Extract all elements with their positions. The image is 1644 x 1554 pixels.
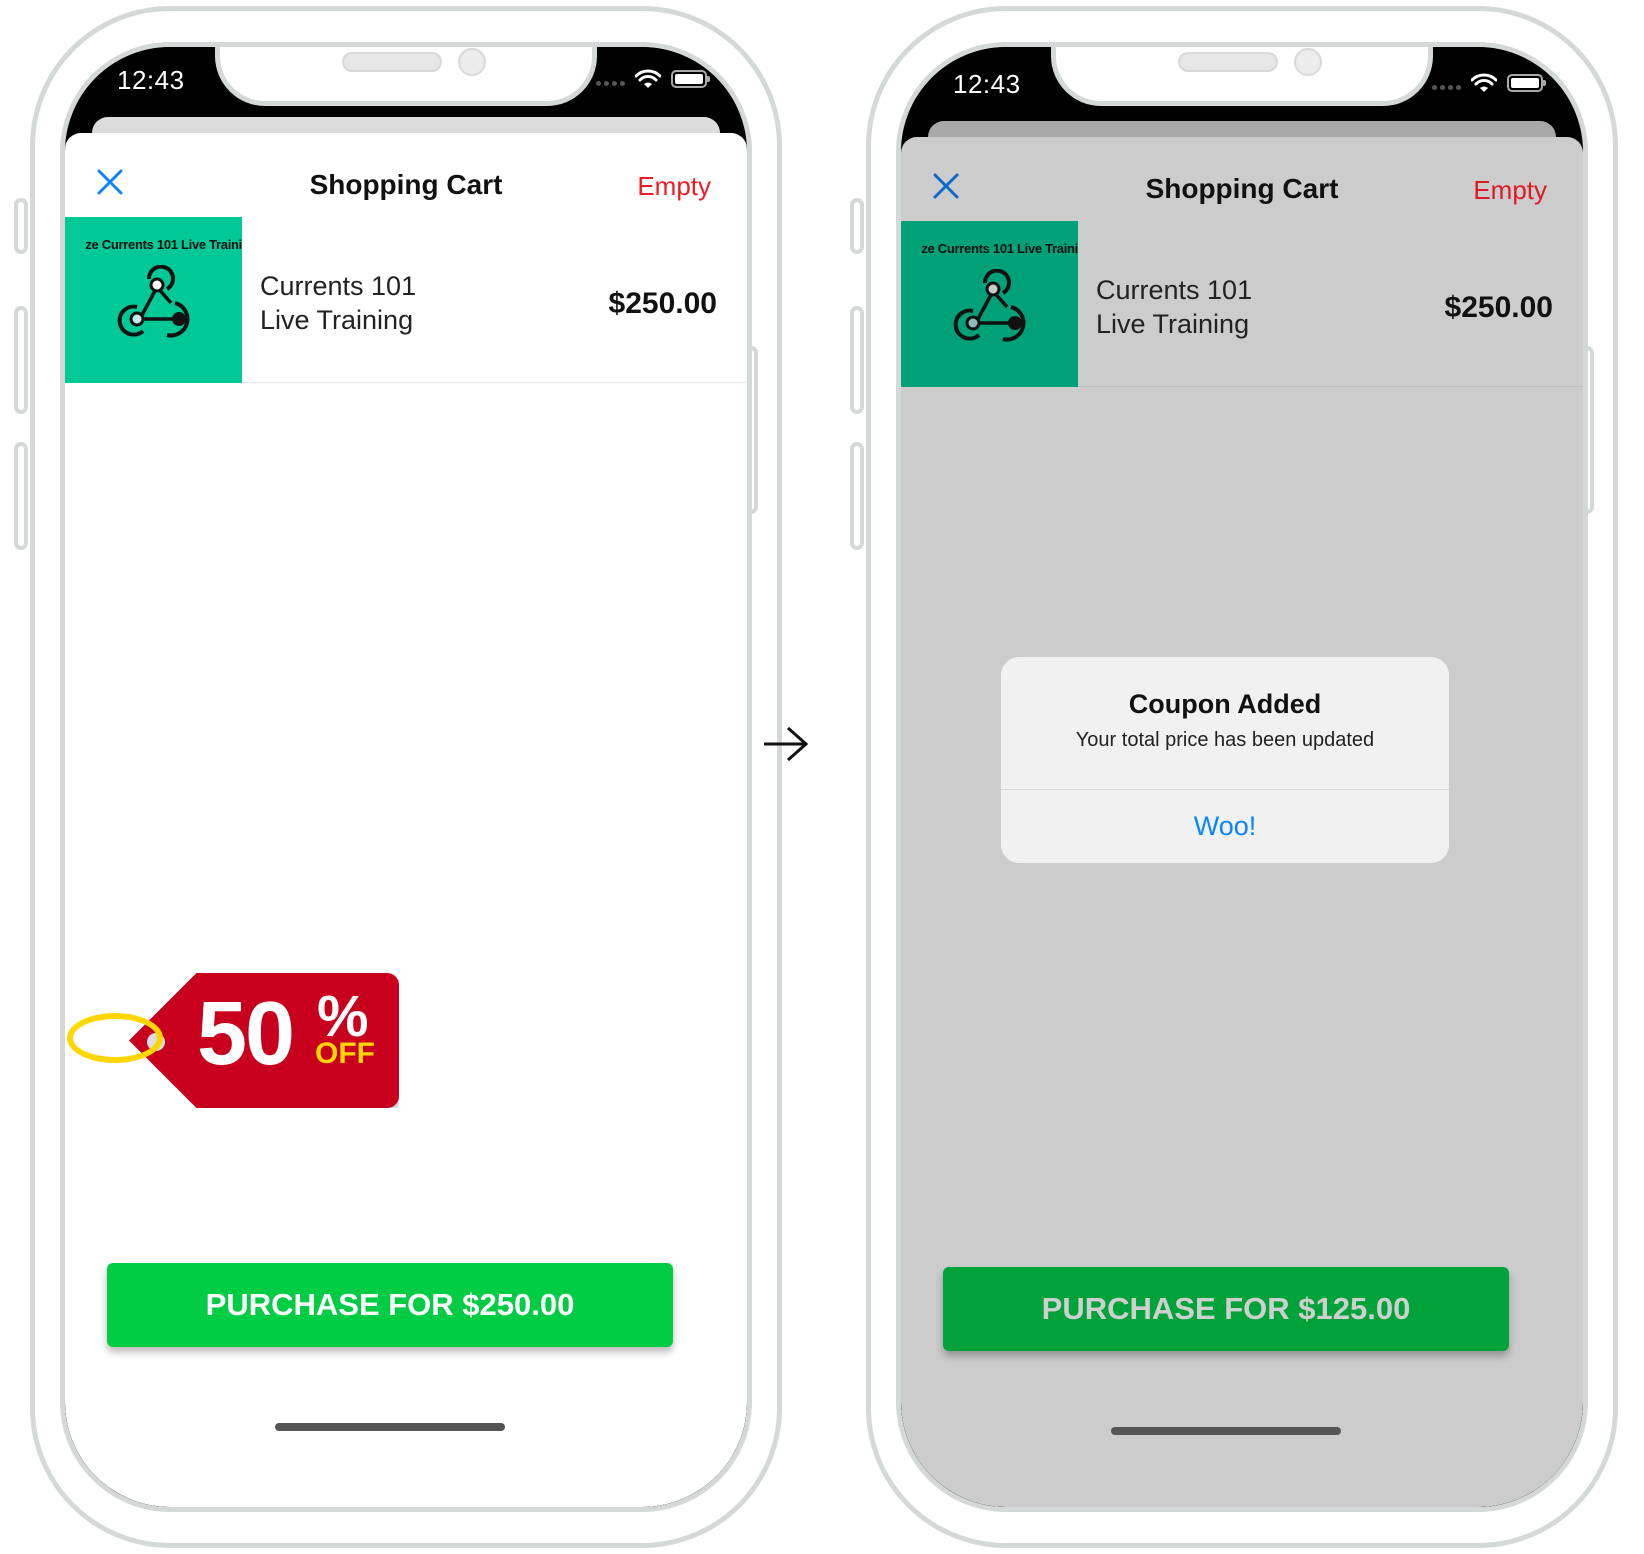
device-screen-bezel: 12:43 Shopping Cart Empty ze Currents 10…: [60, 42, 752, 1512]
item-thumbnail: ze Currents 101 Live Traini: [65, 217, 242, 383]
webhook-icon: [117, 265, 190, 338]
front-camera: [458, 48, 486, 76]
notch: [1051, 47, 1433, 106]
signal-dots-icon: [1432, 84, 1461, 90]
item-price: $250.00: [608, 287, 717, 320]
empty-cart-button[interactable]: Empty: [637, 171, 711, 202]
silent-switch: [850, 198, 864, 254]
volume-down-button: [850, 442, 864, 550]
speaker-grille: [342, 52, 442, 72]
volume-up-button: [14, 306, 28, 414]
nav-bar: Shopping Cart Empty: [65, 133, 747, 217]
purchase-button[interactable]: PURCHASE FOR $250.00: [107, 1263, 673, 1347]
thumbnail-caption: ze Currents 101 Live Traini: [85, 237, 242, 252]
shopping-cart-sheet: Shopping Cart Empty ze Currents 101 Live…: [901, 137, 1583, 1507]
volume-up-button: [850, 306, 864, 414]
empty-cart-button[interactable]: Empty: [1473, 175, 1547, 206]
webhook-icon: [953, 269, 1026, 342]
purchase-button[interactable]: PURCHASE FOR $125.00: [943, 1267, 1509, 1351]
discount-amount: 50: [197, 984, 295, 1084]
status-time: 12:43: [117, 65, 185, 95]
status-time: 12:43: [953, 69, 1021, 99]
discount-off: OFF: [315, 1037, 375, 1070]
alert-title: Coupon Added: [1128, 689, 1322, 719]
arrow-right-icon: [764, 726, 809, 762]
cart-item-row[interactable]: ze Currents 101 Live Traini Currents 101…: [65, 217, 747, 383]
screen: 12:43 Shopping Cart Empty ze Currents 10…: [901, 47, 1583, 1507]
notch: [215, 47, 597, 106]
status-icons: [1432, 73, 1546, 93]
nav-bar: Shopping Cart Empty: [901, 137, 1583, 221]
cart-item-row[interactable]: ze Currents 101 Live Traini Currents 101…: [901, 221, 1583, 387]
silent-switch: [14, 198, 28, 254]
status-icons: [596, 69, 710, 89]
thumbnail-caption: ze Currents 101 Live Traini: [921, 241, 1078, 256]
item-thumbnail: ze Currents 101 Live Traini: [901, 221, 1078, 387]
item-name-line2: Live Training: [1096, 309, 1250, 339]
volume-down-button: [14, 442, 28, 550]
item-name-line1: Currents 101: [260, 271, 417, 301]
alert-woo-button[interactable]: Woo!: [1001, 790, 1449, 863]
signal-dots-icon: [596, 80, 625, 86]
item-name: Currents 101 Live Training: [1096, 273, 1252, 341]
home-indicator[interactable]: [275, 1423, 505, 1431]
speaker-grille: [1178, 52, 1278, 72]
tag-string: [67, 1013, 163, 1063]
phone-before: 12:43 Shopping Cart Empty ze Currents 10…: [14, 6, 782, 1548]
home-indicator[interactable]: [1111, 1427, 1341, 1435]
coupon-sale-tag[interactable]: 50 % OFF: [65, 963, 405, 1113]
coupon-added-alert: Coupon Added Your total price has been u…: [1001, 657, 1449, 863]
wifi-icon: [635, 69, 661, 88]
shopping-cart-sheet: Shopping Cart Empty ze Currents 101 Live…: [65, 133, 747, 1507]
alert-message: Your total price has been updated: [1075, 729, 1375, 751]
wifi-icon: [1471, 73, 1497, 92]
phone-after: 12:43 Shopping Cart Empty ze Currents 10…: [850, 6, 1618, 1548]
item-name-line1: Currents 101: [1096, 275, 1253, 305]
screen: 12:43 Shopping Cart Empty ze Currents 10…: [65, 47, 747, 1507]
front-camera: [1294, 48, 1322, 76]
device-screen-bezel: 12:43 Shopping Cart Empty ze Currents 10…: [896, 42, 1588, 1512]
item-name: Currents 101 Live Training: [260, 269, 416, 337]
item-name-line2: Live Training: [260, 305, 414, 335]
battery-icon: [1507, 74, 1546, 92]
item-price: $250.00: [1444, 291, 1553, 324]
battery-icon: [671, 70, 710, 88]
